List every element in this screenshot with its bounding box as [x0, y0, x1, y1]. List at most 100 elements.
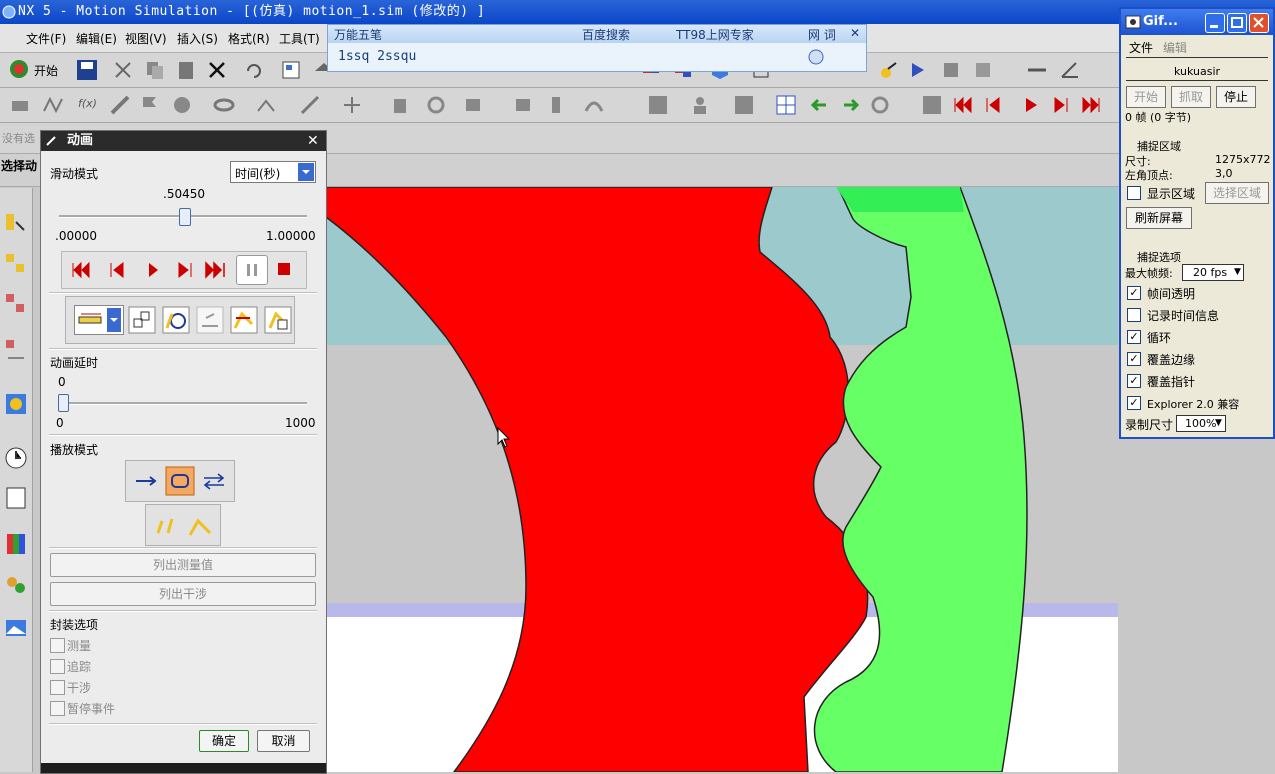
cancel-button[interactable]: 取消	[257, 730, 310, 752]
time-slider-thumb[interactable]	[179, 208, 192, 226]
graphics-window[interactable]	[326, 187, 1118, 772]
dialog-title-bar[interactable]: 动画 ✕	[41, 131, 326, 151]
ime-tab-baidu[interactable]: 百度搜索	[582, 26, 630, 43]
delay-slider-track[interactable]	[59, 402, 307, 405]
grid-icon[interactable]	[774, 93, 798, 117]
spring-icon[interactable]	[40, 93, 64, 117]
copy-icon[interactable]	[144, 59, 166, 81]
package-icon[interactable]	[264, 306, 292, 334]
minimize-button[interactable]	[1205, 13, 1225, 33]
paste-icon[interactable]	[175, 59, 197, 81]
save-icon[interactable]	[75, 58, 99, 82]
reuse-library-icon[interactable]	[4, 486, 28, 510]
function-icon[interactable]: f(x)	[78, 97, 97, 110]
palette-icon[interactable]	[4, 532, 28, 556]
angle-icon[interactable]	[1058, 59, 1084, 81]
history-clock-icon[interactable]	[4, 446, 28, 470]
web-browser-icon[interactable]	[4, 392, 28, 416]
record-size-select[interactable]: 100% ▼	[1176, 415, 1226, 432]
edit-icon[interactable]	[512, 93, 538, 117]
explode-icon[interactable]	[196, 306, 224, 334]
gif-menu-file[interactable]: 文件	[1129, 39, 1153, 56]
pause-event-checkbox[interactable]	[50, 701, 65, 716]
motion-navigator-icon[interactable]	[4, 292, 28, 316]
backward-link-icon[interactable]	[186, 513, 214, 539]
option-checkbox-4[interactable]: ✓	[1127, 374, 1141, 388]
driver-icon[interactable]	[908, 59, 930, 81]
roles-icon[interactable]	[4, 574, 28, 598]
delay-slider-thumb[interactable]	[58, 394, 69, 412]
pen-icon[interactable]	[298, 93, 328, 117]
beam-icon[interactable]	[108, 93, 132, 117]
stop-icon[interactable]	[276, 261, 292, 277]
graph-icon[interactable]	[646, 93, 676, 117]
gif-menu-edit[interactable]: 编辑	[1163, 39, 1187, 56]
menu-file[interactable]: 文件(F)	[26, 30, 66, 47]
trace-icon[interactable]	[128, 306, 156, 334]
sensor-tool-icon[interactable]	[230, 306, 258, 334]
menu-tools[interactable]: 工具(T)	[279, 30, 320, 47]
close-icon[interactable]: ✕	[307, 131, 319, 151]
refresh-icon[interactable]	[868, 93, 898, 117]
properties-icon[interactable]	[280, 59, 302, 81]
step-forward-icon[interactable]	[174, 260, 196, 280]
rotate-icon[interactable]	[424, 93, 450, 117]
ime-tab-tt98[interactable]: TT98上网专家	[676, 26, 754, 43]
joint-icon[interactable]	[878, 59, 900, 81]
ime-tab-words[interactable]: 网 词	[808, 26, 836, 43]
assembly-navigator-icon[interactable]	[4, 252, 28, 276]
chain-icon[interactable]	[212, 93, 242, 117]
play-icon[interactable]	[142, 260, 164, 280]
trace-checkbox[interactable]	[50, 659, 65, 674]
measure-icon[interactable]	[1025, 59, 1051, 81]
ime-tab-wubi[interactable]: 万能五笔	[334, 26, 382, 43]
refresh-screen-button[interactable]: 刷新屏幕	[1126, 207, 1192, 229]
measure-checkbox[interactable]	[50, 638, 65, 653]
loop-icon[interactable]	[165, 466, 195, 496]
ok-button[interactable]: 确定	[199, 730, 249, 752]
ime-expand-icon[interactable]	[808, 49, 824, 65]
maximize-button[interactable]	[1227, 13, 1247, 33]
animation-icon[interactable]	[732, 93, 762, 117]
play-once-icon[interactable]	[132, 471, 160, 491]
fast-forward-icon[interactable]	[1080, 94, 1102, 116]
sensor-icon[interactable]	[972, 59, 998, 81]
cut-icon[interactable]	[112, 59, 134, 81]
start-icon[interactable]	[8, 58, 30, 80]
pin-icon[interactable]	[45, 135, 57, 147]
block-gray-icon[interactable]	[462, 93, 492, 117]
select-area-button[interactable]: 选择区域	[1205, 182, 1269, 204]
option-checkbox-5[interactable]: ✓	[1127, 396, 1141, 410]
close-icon[interactable]: ✕	[850, 26, 860, 40]
column-icon[interactable]	[544, 93, 570, 117]
chevron-down-icon[interactable]	[298, 163, 314, 181]
history-navigator-icon[interactable]	[4, 338, 28, 362]
menu-edit[interactable]: 编辑(E)	[76, 30, 117, 47]
rewind-start-icon[interactable]	[952, 94, 974, 116]
undo-icon[interactable]	[242, 59, 264, 81]
option-checkbox-3[interactable]: ✓	[1127, 352, 1141, 366]
flag-icon[interactable]	[138, 93, 162, 117]
play-icon[interactable]	[1020, 94, 1042, 116]
select-icon[interactable]	[920, 93, 944, 117]
delete-icon[interactable]	[206, 59, 228, 81]
point-icon[interactable]	[340, 93, 370, 117]
pause-button[interactable]	[236, 255, 268, 285]
close-button[interactable]	[1249, 13, 1269, 33]
gif-start-button[interactable]: 开始	[1126, 86, 1166, 108]
option-checkbox-2[interactable]: ✓	[1127, 330, 1141, 344]
step-back-icon[interactable]	[106, 260, 128, 280]
gif-stop-button[interactable]: 停止	[1216, 86, 1256, 108]
step-forward-icon[interactable]	[1050, 94, 1072, 116]
show-area-checkbox[interactable]	[1127, 186, 1141, 200]
arrow-left-icon[interactable]	[808, 93, 832, 117]
option-checkbox-0[interactable]: ✓	[1127, 286, 1141, 300]
contact-icon[interactable]	[254, 93, 284, 117]
marker-icon[interactable]	[940, 59, 962, 81]
tracer-dropdown[interactable]	[74, 305, 124, 335]
step-back-icon[interactable]	[982, 94, 1004, 116]
arrow-right-icon[interactable]	[838, 93, 862, 117]
gear-icon[interactable]	[170, 93, 200, 117]
part-navigator-icon[interactable]	[4, 210, 28, 234]
menu-view[interactable]: 视图(V)	[125, 30, 167, 47]
